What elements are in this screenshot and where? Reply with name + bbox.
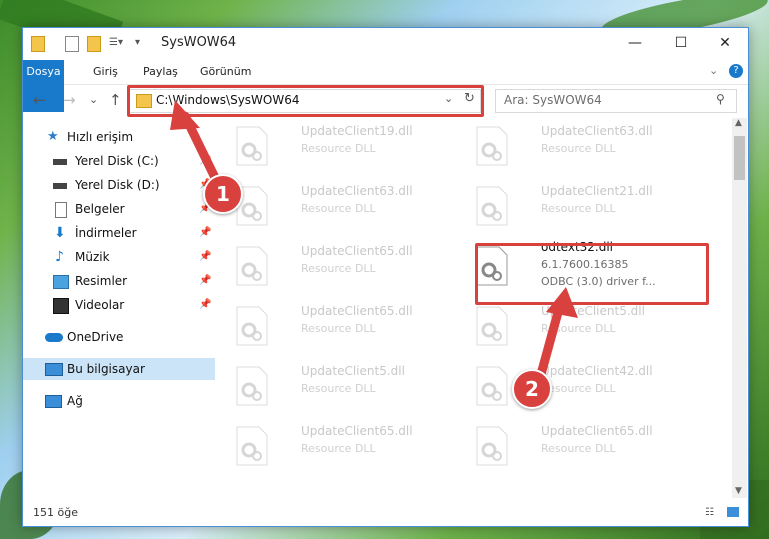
arrow-1-head xyxy=(170,100,200,130)
step-1-badge: 1 xyxy=(203,174,243,214)
desktop-background: { "window": { "title": "SysWOW64", "mini… xyxy=(0,0,769,539)
arrow-2-head xyxy=(546,287,578,318)
annotation-arrows xyxy=(170,100,578,383)
step-2-badge: 2 xyxy=(512,369,552,409)
arrow-2-shaft xyxy=(535,300,565,383)
